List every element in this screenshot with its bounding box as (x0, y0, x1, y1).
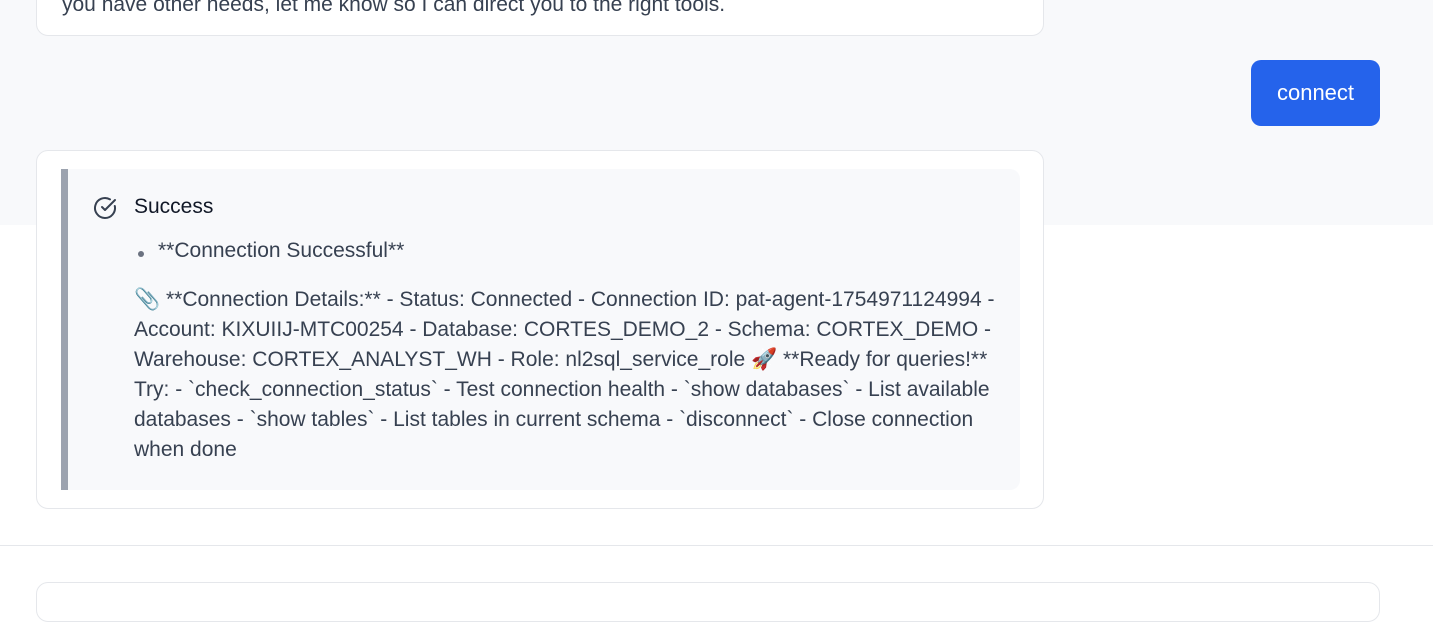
message-input-area[interactable] (36, 582, 1380, 622)
check-circle-icon (94, 197, 116, 219)
previous-message-text: you have other needs, let me know so I c… (62, 0, 726, 16)
alert-title: Success (134, 195, 214, 218)
assistant-reply-card: Success **Connection Successful** 📎 **Co… (36, 150, 1044, 509)
success-alert: Success **Connection Successful** 📎 **Co… (61, 169, 1020, 490)
previous-assistant-message: you have other needs, let me know so I c… (36, 0, 1044, 36)
bullet-marker (138, 251, 144, 257)
divider (0, 545, 1433, 546)
connection-details-text: 📎 **Connection Details:** - Status: Conn… (134, 288, 995, 461)
bullet-text: **Connection Successful** (158, 239, 405, 262)
user-message-bubble[interactable]: connect (1251, 60, 1380, 126)
